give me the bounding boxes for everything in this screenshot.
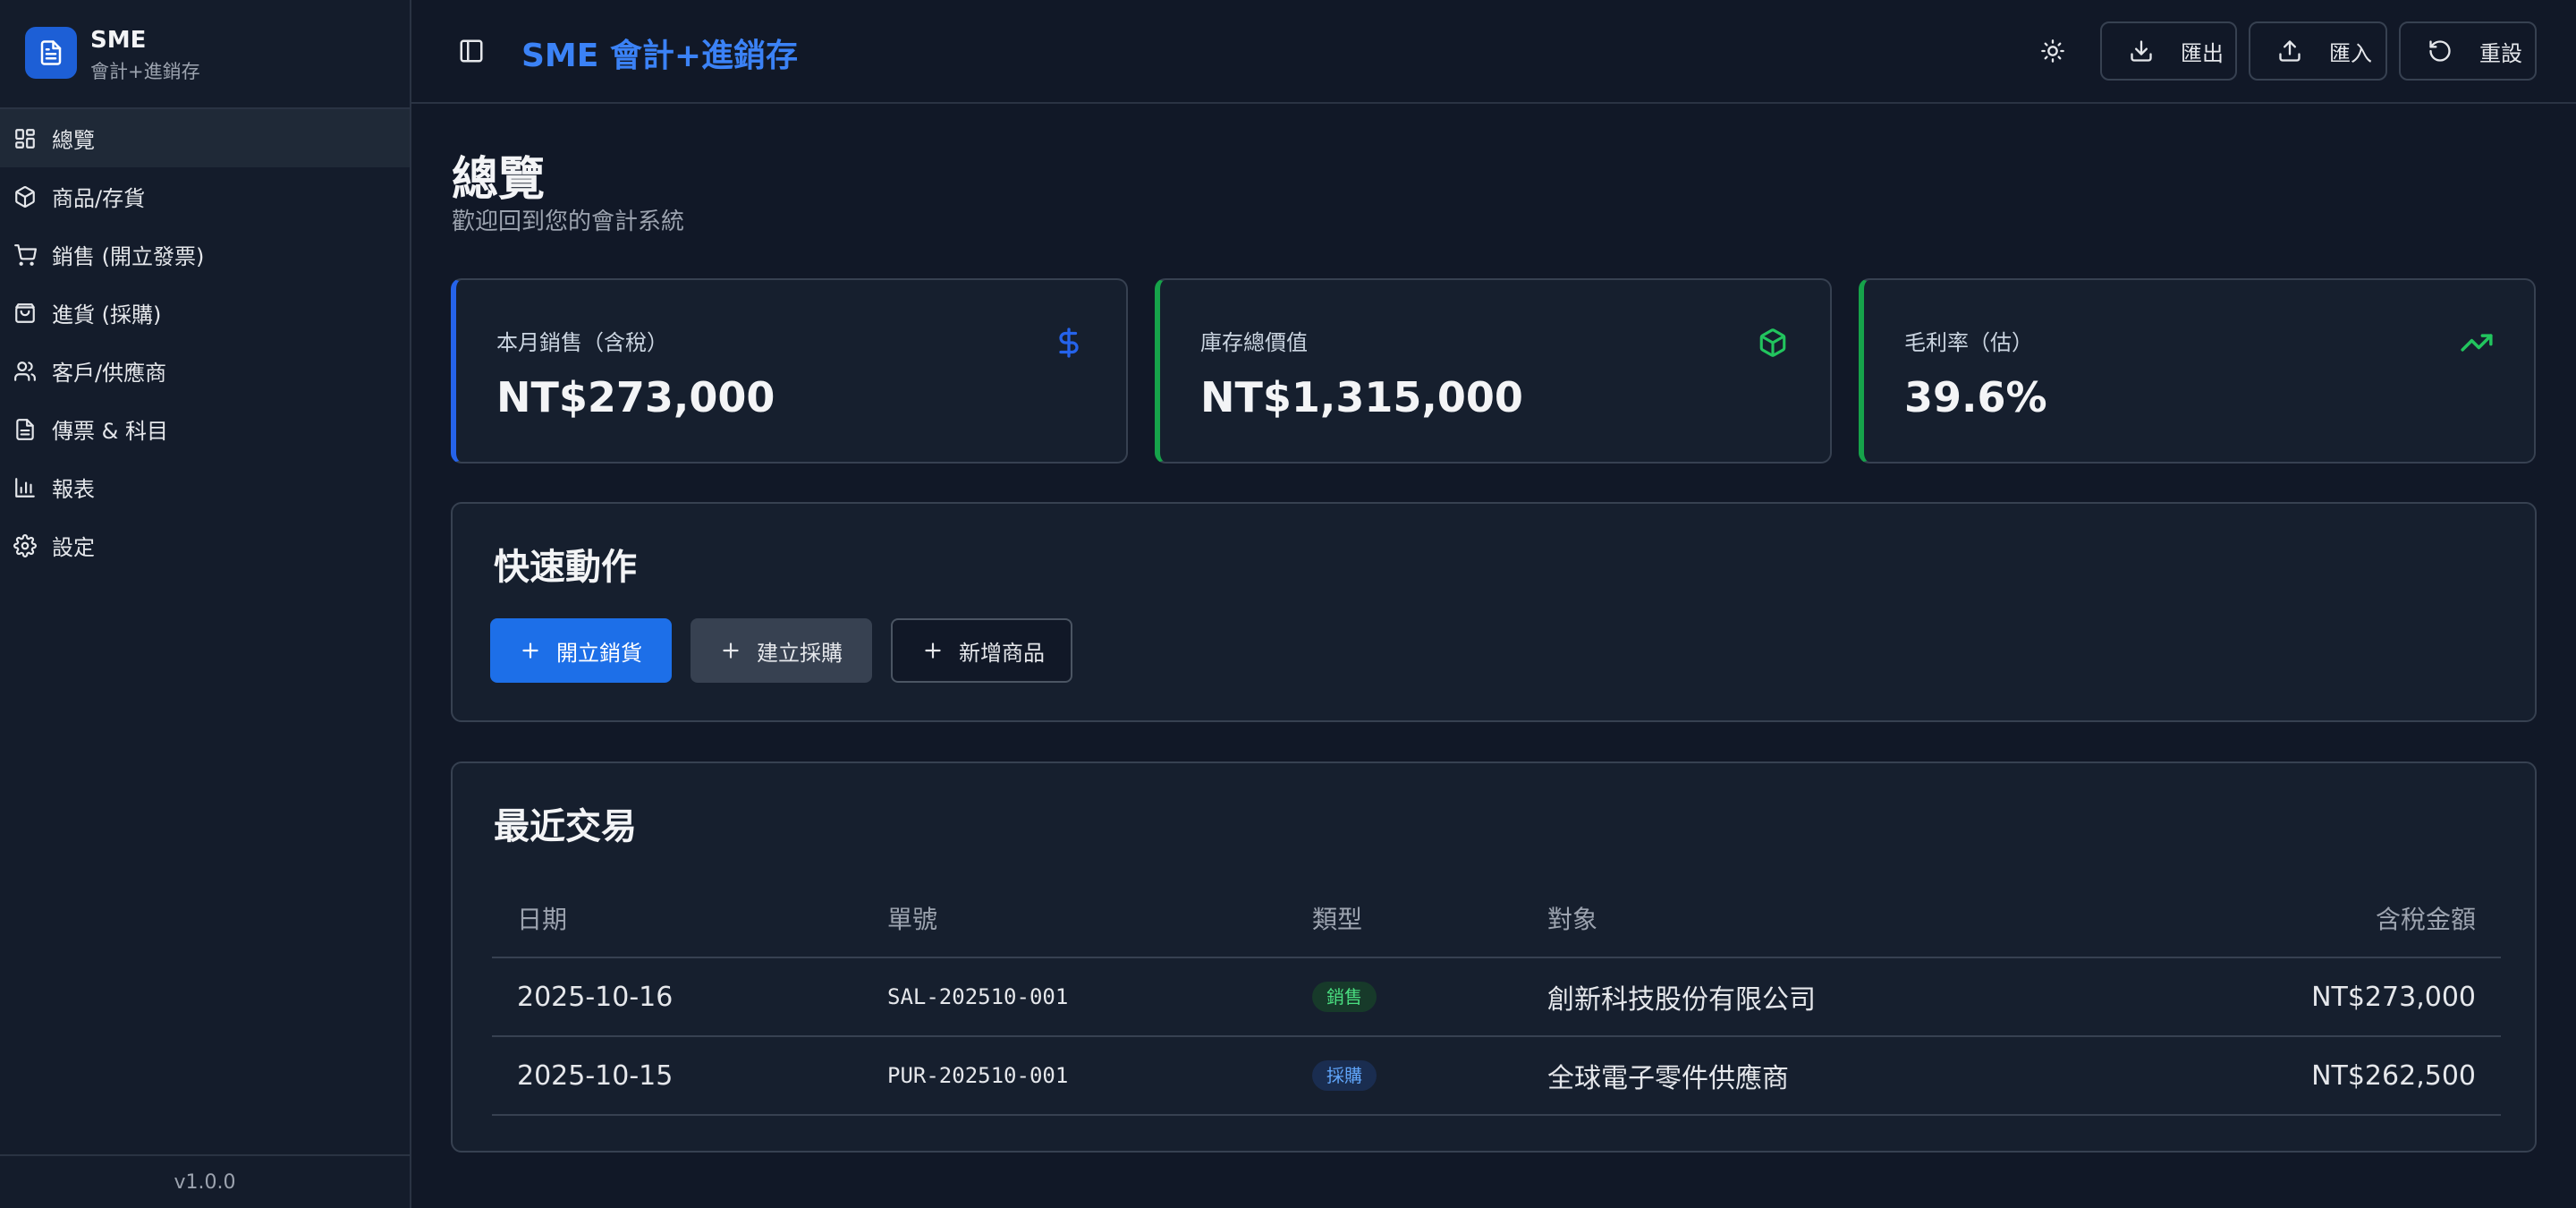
import-label: 匯入	[2329, 40, 2372, 66]
sidebar: SME 會計+進銷存 總覽 商品/存貨 銷售 (開立發票) 進貨 (採購) 客戶…	[0, 0, 411, 1208]
header-party[interactable]: 對象	[1547, 880, 1597, 957]
stat-card-gross-margin: 毛利率（估） 39.6%	[1859, 278, 2536, 464]
stat-label: 庫存總價值	[1200, 330, 1308, 355]
reset-label: 重設	[2479, 40, 2522, 66]
sidebar-item-products[interactable]: 商品/存貨	[0, 167, 410, 225]
trending-up-icon	[2459, 325, 2495, 361]
sidebar-item-label: 銷售 (開立發票)	[52, 244, 205, 269]
create-purchase-label: 建立採購	[757, 640, 843, 666]
sidebar-item-vouchers[interactable]: 傳票 & 科目	[0, 400, 410, 458]
table-row[interactable]: 2025-10-16 SAL-202510-001 銷售 創新科技股份有限公司 …	[492, 958, 2501, 1037]
sidebar-item-settings[interactable]: 設定	[0, 516, 410, 574]
brand-title: SME	[90, 27, 147, 54]
sidebar-item-label: 設定	[52, 535, 95, 560]
recent-transactions-panel: 最近交易 日期 單號 類型 對象 含稅金額 2025-10-16 SAL-202…	[451, 761, 2537, 1153]
sidebar-item-label: 進貨 (採購)	[52, 302, 162, 328]
plus-icon	[925, 642, 941, 659]
panel-title: 最近交易	[494, 806, 637, 847]
page-title: 總覽	[452, 153, 546, 207]
quick-actions-panel: 快速動作 開立銷貨 建立採購 新增商品	[451, 502, 2537, 722]
theme-toggle-sun-icon[interactable]	[2036, 34, 2070, 68]
document-icon	[16, 418, 34, 440]
app-title: SME 會計+進銷存	[521, 38, 799, 74]
sidebar-item-dashboard[interactable]: 總覽	[0, 109, 410, 167]
cell-party: 全球電子零件供應商	[1547, 1063, 1789, 1094]
type-badge: 銷售	[1312, 982, 1377, 1012]
export-button[interactable]: 匯出	[2100, 21, 2237, 81]
plus-icon	[522, 642, 538, 659]
bag-icon	[15, 302, 35, 323]
header-date[interactable]: 日期	[517, 880, 567, 957]
header-type[interactable]: 類型	[1312, 880, 1362, 957]
sidebar-item-label: 客戶/供應商	[52, 361, 167, 386]
app-version: v1.0.0	[0, 1154, 410, 1208]
cell-type: 採購	[1312, 1037, 1377, 1114]
create-purchase-button[interactable]: 建立採購	[691, 618, 872, 683]
sidebar-toggle-icon[interactable]	[456, 36, 487, 66]
bar-chart-icon	[15, 477, 35, 498]
dollar-icon	[1051, 325, 1087, 361]
cell-date: 2025-10-15	[517, 1059, 674, 1092]
stat-value: NT$1,315,000	[1200, 373, 1523, 421]
sidebar-item-label: 報表	[52, 477, 95, 502]
page-subtitle: 歡迎回到您的會計系統	[452, 208, 685, 235]
cell-number: SAL-202510-001	[887, 984, 1069, 1009]
cell-party: 創新科技股份有限公司	[1547, 984, 1816, 1016]
box-icon	[1755, 325, 1791, 361]
add-product-button[interactable]: 新增商品	[891, 618, 1072, 683]
cell-date: 2025-10-16	[517, 981, 674, 1013]
cell-number: PUR-202510-001	[887, 1063, 1069, 1088]
reset-button[interactable]: 重設	[2399, 21, 2537, 81]
sidebar-item-contacts[interactable]: 客戶/供應商	[0, 342, 410, 400]
plus-icon	[723, 642, 739, 659]
upload-icon	[2279, 40, 2301, 62]
sidebar-item-sales[interactable]: 銷售 (開立發票)	[0, 225, 410, 284]
transactions-table: 日期 單號 類型 對象 含稅金額 2025-10-16 SAL-202510-0…	[492, 880, 2501, 1116]
brand: SME 會計+進銷存	[0, 0, 410, 109]
sidebar-nav: 總覽 商品/存貨 銷售 (開立發票) 進貨 (採購) 客戶/供應商 傳票 & 科…	[0, 109, 410, 574]
create-sale-label: 開立銷貨	[556, 640, 642, 666]
users-icon	[14, 361, 36, 381]
table-row[interactable]: 2025-10-15 PUR-202510-001 採購 全球電子零件供應商 N…	[492, 1037, 2501, 1116]
gear-icon	[13, 533, 37, 557]
import-button[interactable]: 匯入	[2249, 21, 2387, 81]
stat-value: NT$273,000	[496, 373, 775, 421]
box-icon	[15, 185, 35, 208]
download-icon	[2131, 40, 2152, 62]
cell-amount: NT$273,000	[2311, 981, 2476, 1013]
panel-title: 快速動作	[494, 547, 637, 588]
brand-subtitle: 會計+進銷存	[90, 61, 200, 82]
document-logo-icon	[25, 27, 77, 79]
create-sale-button[interactable]: 開立銷貨	[490, 618, 672, 683]
rotate-ccw-icon	[2429, 40, 2451, 62]
dashboard-icon	[15, 128, 35, 149]
header-amount[interactable]: 含稅金額	[2376, 880, 2476, 957]
type-badge: 採購	[1312, 1060, 1377, 1091]
sidebar-item-reports[interactable]: 報表	[0, 458, 410, 516]
table-header: 日期 單號 類型 對象 含稅金額	[492, 880, 2501, 958]
topbar: SME 會計+進銷存 匯出 匯入 重設	[411, 0, 2576, 104]
export-label: 匯出	[2181, 40, 2224, 66]
add-product-label: 新增商品	[959, 640, 1045, 666]
sidebar-item-label: 商品/存貨	[52, 186, 146, 211]
sidebar-item-label: 傳票 & 科目	[52, 419, 168, 444]
cell-type: 銷售	[1312, 958, 1377, 1035]
cell-amount: NT$262,500	[2311, 1059, 2476, 1092]
sidebar-item-purchases[interactable]: 進貨 (採購)	[0, 284, 410, 342]
stat-card-monthly-sales: 本月銷售（含稅） NT$273,000	[451, 278, 1128, 464]
stat-label: 毛利率（估）	[1904, 330, 2033, 355]
header-number[interactable]: 單號	[887, 880, 937, 957]
stat-value: 39.6%	[1904, 373, 2047, 421]
cart-icon	[14, 243, 37, 266]
stat-card-inventory-value: 庫存總價值 NT$1,315,000	[1155, 278, 1832, 464]
stat-label: 本月銷售（含稅）	[496, 330, 668, 355]
sidebar-item-label: 總覽	[52, 128, 95, 153]
